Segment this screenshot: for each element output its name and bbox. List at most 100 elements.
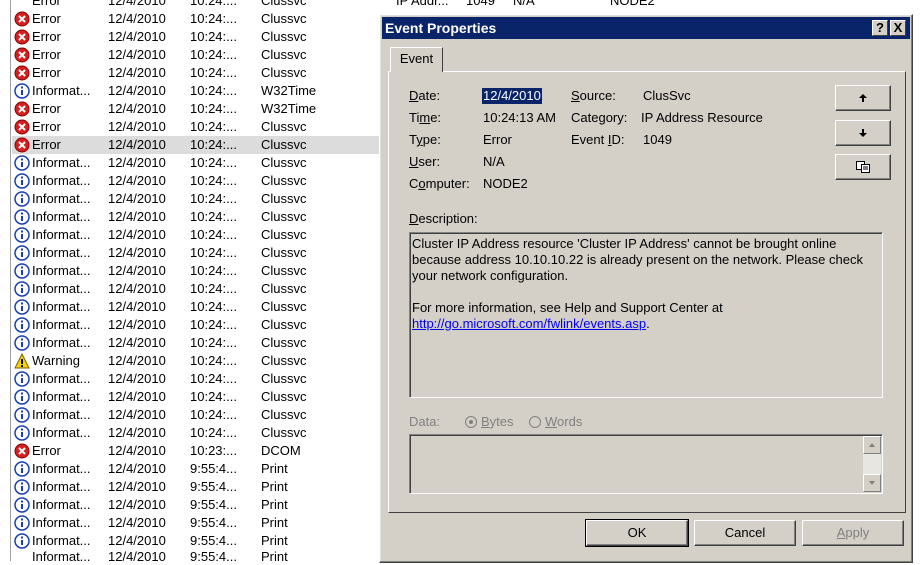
- user-value[interactable]: N/A: [483, 154, 505, 170]
- event-type: Informat...: [32, 533, 91, 548]
- event-row[interactable]: Informat... 12/4/2010 10:24:... Clussvc: [12, 388, 387, 406]
- event-source: Clussvc: [261, 389, 307, 404]
- event-type: Informat...: [32, 461, 91, 476]
- event-row[interactable]: Error 12/4/2010 10:23:... DCOM: [12, 442, 387, 460]
- event-type: Informat...: [32, 425, 91, 440]
- source-value[interactable]: ClusSvc: [643, 88, 691, 104]
- event-row[interactable]: Error 12/4/2010 10:24:... W32Time: [12, 100, 387, 118]
- bytes-radio[interactable]: [465, 416, 477, 428]
- event-row[interactable]: Informat... 12/4/2010 9:55:4... Print: [12, 460, 387, 478]
- event-row[interactable]: Informat... 12/4/2010 10:24:... W32Time: [12, 82, 387, 100]
- date-label-rest: ate:: [418, 88, 441, 103]
- event-source: Print: [261, 533, 288, 548]
- event-source: Clussvc: [261, 137, 307, 152]
- event-source: Print: [261, 497, 288, 512]
- event-row[interactable]: Informat... 12/4/2010 10:24:... Clussvc: [12, 226, 387, 244]
- event-row[interactable]: Informat... 12/4/2010 10:24:... Clussvc: [12, 316, 387, 334]
- event-source: Clussvc: [261, 263, 307, 278]
- event-row[interactable]: Error 12/4/2010 10:24:... Clussvc: [12, 28, 387, 46]
- description-box[interactable]: Cluster IP Address resource 'Cluster IP …: [409, 232, 883, 398]
- event-time: 10:24:...: [190, 353, 237, 368]
- event-time: 9:55:4...: [190, 515, 237, 530]
- event-row[interactable]: Error 12/4/2010 10:24:... Clussvc: [12, 64, 387, 82]
- event-date: 12/4/2010: [108, 245, 166, 260]
- event-source: Clussvc: [261, 371, 307, 386]
- scroll-up-button[interactable]: [863, 436, 881, 454]
- cancel-button[interactable]: Cancel: [694, 520, 796, 546]
- event-date: 12/4/2010: [108, 425, 166, 440]
- words-label[interactable]: Words: [545, 414, 582, 430]
- event-type: Informat...: [32, 371, 91, 386]
- event-row[interactable]: Informat... 12/4/2010 10:24:... Clussvc: [12, 154, 387, 172]
- tab-event[interactable]: Event: [390, 47, 443, 72]
- info-icon: [14, 407, 30, 423]
- event-row[interactable]: Informat... 12/4/2010 10:24:... Clussvc: [12, 424, 387, 442]
- error-icon: [14, 11, 30, 27]
- close-button[interactable]: X: [890, 20, 906, 36]
- bytes-label[interactable]: Bytes: [481, 414, 514, 430]
- event-time: 10:24:...: [190, 11, 237, 26]
- event-source: Clussvc: [261, 425, 307, 440]
- info-icon: [14, 227, 30, 243]
- computer-value[interactable]: NODE2: [483, 176, 528, 192]
- event-row[interactable]: Error 12/4/2010 10:24:... Clussvc: [12, 46, 387, 64]
- info-icon: [14, 209, 30, 225]
- partial-row-cell: N/A: [513, 0, 535, 8]
- words-radio[interactable]: [529, 416, 541, 428]
- data-scrollbar[interactable]: [863, 436, 881, 492]
- event-id-label: Event ID:: [571, 132, 625, 147]
- dialog-titlebar[interactable]: Event Properties ? X: [382, 17, 910, 39]
- event-source: Clussvc: [261, 227, 307, 242]
- time-value[interactable]: 10:24:13 AM: [483, 110, 556, 126]
- category-value[interactable]: IP Address Resource: [641, 110, 763, 126]
- event-row[interactable]: Error 12/4/2010 10:24:... Clussvc: [12, 10, 387, 28]
- copy-icon: [856, 161, 870, 173]
- event-row[interactable]: Error 12/4/2010 10:24:... Clussvc: [12, 136, 387, 154]
- event-date: 12/4/2010: [108, 317, 166, 332]
- event-source: Clussvc: [261, 317, 307, 332]
- event-time: 10:24:...: [190, 317, 237, 332]
- event-row[interactable]: Informat... 12/4/2010 10:24:... Clussvc: [12, 172, 387, 190]
- copy-button[interactable]: [835, 154, 891, 180]
- event-row[interactable]: Informat... 12/4/2010 10:24:... Clussvc: [12, 334, 387, 352]
- apply-button[interactable]: Apply: [802, 520, 904, 546]
- previous-event-button[interactable]: [835, 85, 891, 111]
- help-link[interactable]: http://go.microsoft.com/fwlink/events.as…: [412, 316, 646, 331]
- error-icon: [14, 47, 30, 63]
- arrow-up-icon: [859, 94, 867, 102]
- event-row[interactable]: Informat... 12/4/2010 10:24:... Clussvc: [12, 262, 387, 280]
- event-row[interactable]: Informat... 12/4/2010 9:55:4... Print: [12, 496, 387, 514]
- partial-row-cell: Clussvc: [261, 0, 307, 8]
- help-button[interactable]: ?: [872, 20, 888, 36]
- event-row[interactable]: Informat... 12/4/2010 10:24:... Clussvc: [12, 244, 387, 262]
- error-icon: [14, 29, 30, 45]
- event-source: DCOM: [261, 443, 301, 458]
- event-row[interactable]: Informat... 12/4/2010 10:24:... Clussvc: [12, 208, 387, 226]
- event-row[interactable]: Informat... 12/4/2010 10:24:... Clussvc: [12, 190, 387, 208]
- event-id-value[interactable]: 1049: [643, 132, 672, 148]
- event-row[interactable]: Warning 12/4/2010 10:24:... Clussvc: [12, 352, 387, 370]
- ok-button[interactable]: OK: [585, 519, 689, 547]
- event-row[interactable]: Informat... 12/4/2010 10:24:... Clussvc: [12, 406, 387, 424]
- event-type: Informat...: [32, 299, 91, 314]
- scroll-down-button[interactable]: [863, 474, 881, 492]
- data-box[interactable]: [409, 434, 883, 494]
- event-row[interactable]: Error 12/4/2010 10:24:... Clussvc: [12, 118, 387, 136]
- event-source: Clussvc: [261, 29, 307, 44]
- event-source: Clussvc: [261, 11, 307, 26]
- event-source: Clussvc: [261, 209, 307, 224]
- info-icon: [14, 263, 30, 279]
- event-row[interactable]: Informat... 12/4/2010 9:55:4... Print: [12, 532, 387, 550]
- event-source: Clussvc: [261, 191, 307, 206]
- info-icon: [14, 425, 30, 441]
- type-value[interactable]: Error: [483, 132, 512, 148]
- date-value[interactable]: 12/4/2010: [482, 88, 542, 104]
- event-row[interactable]: Informat... 12/4/2010 9:55:4... Print: [12, 514, 387, 532]
- event-row[interactable]: Informat... 12/4/2010 10:24:... Clussvc: [12, 298, 387, 316]
- next-event-button[interactable]: [835, 120, 891, 146]
- event-row[interactable]: Informat... 12/4/2010 9:55:4... Print: [12, 478, 387, 496]
- event-row[interactable]: Informat... 12/4/2010 10:24:... Clussvc: [12, 280, 387, 298]
- event-row[interactable]: Informat... 12/4/2010 10:24:... Clussvc: [12, 370, 387, 388]
- list-border: [10, 0, 11, 561]
- event-source: Clussvc: [261, 281, 307, 296]
